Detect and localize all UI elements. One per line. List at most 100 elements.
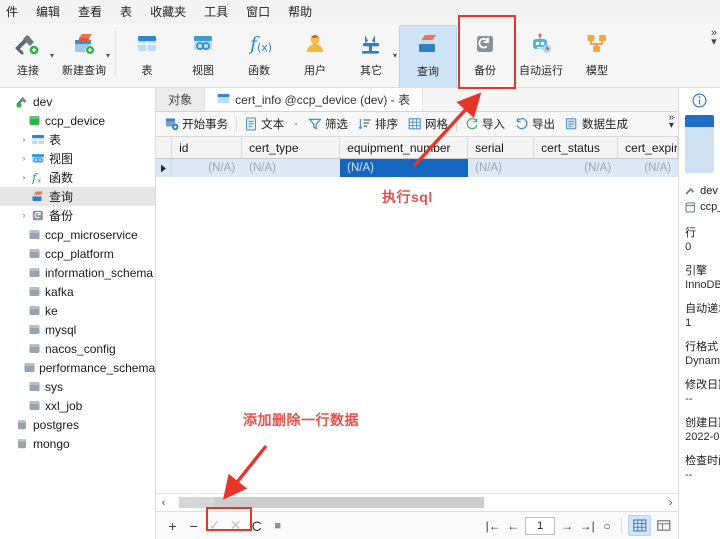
record-page-input[interactable]: 1 xyxy=(525,516,556,535)
cell-cert-type[interactable]: (N/A) xyxy=(242,159,340,177)
database-icon xyxy=(26,285,42,298)
toolbar-new-query[interactable]: 新建查询 ▾ xyxy=(56,25,112,87)
cell-cert-expir[interactable]: (N/A) xyxy=(618,159,678,177)
scroll-track[interactable] xyxy=(171,497,664,508)
first-record-button[interactable]: |← xyxy=(483,516,503,536)
add-row-button[interactable]: + xyxy=(162,515,183,536)
toolbar-model[interactable]: 模型 xyxy=(569,25,625,87)
begin-transaction-button[interactable]: 开始事务 xyxy=(160,114,233,134)
cell-serial[interactable]: (N/A) xyxy=(468,159,534,177)
table-row[interactable]: (N/A) (N/A) (N/A) (N/A) (N/A) (N/A) xyxy=(156,159,679,177)
grid-header-equipment-number[interactable]: equipment_number xyxy=(340,137,469,158)
sort-button[interactable]: 排序 xyxy=(353,114,403,134)
sidebar-item-xxl-job[interactable]: xxl_job xyxy=(0,396,155,415)
sidebar-tree-panel[interactable]: dev ccp_device › 表 › 视图 › f x 函数 查询 › 备份… xyxy=(0,88,157,539)
form-view-toggle[interactable] xyxy=(653,516,674,535)
sidebar-item-postgres[interactable]: postgres xyxy=(0,415,155,434)
scroll-thumb-highlight xyxy=(179,497,215,508)
sidebar-item-information-schema[interactable]: information_schema xyxy=(0,263,155,282)
grid-view-toggle[interactable] xyxy=(628,515,652,536)
chevron-down-icon-other[interactable]: ▾ xyxy=(393,51,397,60)
toolbar-user[interactable]: 用户 xyxy=(287,25,343,87)
menu-tools[interactable]: 工具 xyxy=(195,1,237,22)
chevron-down-icon[interactable]: ▾ xyxy=(50,51,54,60)
toolbar-table[interactable]: 表 xyxy=(119,25,175,87)
sidebar-item-sys[interactable]: sys xyxy=(0,377,155,396)
menu-edit[interactable]: 编辑 xyxy=(27,1,69,22)
menu-view[interactable]: 查看 xyxy=(69,1,111,22)
toolbar-view[interactable]: 视图 xyxy=(175,25,231,87)
menu-table[interactable]: 表 xyxy=(111,1,141,22)
cell-id[interactable]: (N/A) xyxy=(172,159,242,177)
chevron-right-icon[interactable]: › xyxy=(18,211,30,220)
toolbar-other[interactable]: 其它 ▾ xyxy=(343,25,399,87)
cell-cert-status[interactable]: (N/A) xyxy=(534,159,618,177)
stop-loading-button[interactable]: ○ xyxy=(597,516,617,536)
sidebar-item-ccp-platform[interactable]: ccp_platform xyxy=(0,244,155,263)
cancel-edit-button[interactable]: ✕ xyxy=(225,515,246,536)
menu-window[interactable]: 窗口 xyxy=(237,1,279,22)
sidebar-item-backups[interactable]: › 备份 xyxy=(0,206,155,225)
grid-view-button[interactable]: 网格 xyxy=(403,114,453,134)
grid-toolbar-overflow-button[interactable]: » ▾ xyxy=(669,113,675,131)
chevron-right-icon[interactable]: › xyxy=(18,154,30,163)
chevron-down-icon-newquery[interactable]: ▾ xyxy=(106,51,110,60)
delete-row-button[interactable]: − xyxy=(183,515,204,536)
toolbar-user-label: 用户 xyxy=(304,65,326,77)
sidebar-item-ccp-device[interactable]: ccp_device xyxy=(0,111,155,130)
sidebar-item-mysql[interactable]: mysql xyxy=(0,320,155,339)
grid-header-cert-status[interactable]: cert_status xyxy=(534,137,619,158)
grid-header-cert-type[interactable]: cert_type xyxy=(242,137,341,158)
prev-record-button[interactable]: ← xyxy=(503,516,523,536)
sidebar-item-functions[interactable]: › fx 函数 xyxy=(0,168,155,187)
filter-button[interactable]: 筛选 xyxy=(303,114,353,134)
scroll-left-button[interactable]: ‹ xyxy=(156,497,171,509)
chevron-right-icon[interactable]: › xyxy=(18,135,30,144)
grid-header-cert-expir[interactable]: cert_expir xyxy=(618,137,679,158)
cell-equipment-number[interactable]: (N/A) xyxy=(340,159,469,177)
toolbar-function[interactable]: f (x) 函数 xyxy=(231,25,287,87)
table-thumbnail xyxy=(685,115,714,173)
stop-button[interactable]: ■ xyxy=(267,515,288,536)
sidebar-item-mongo[interactable]: mongo xyxy=(0,434,155,453)
scroll-right-button[interactable]: › xyxy=(663,497,678,509)
last-record-button[interactable]: →| xyxy=(577,516,597,536)
text-button[interactable]: 文本 xyxy=(240,114,289,134)
text-dropdown[interactable]: · xyxy=(289,114,303,134)
toolbar-query[interactable]: 查询 xyxy=(399,25,457,89)
confirm-edit-button[interactable]: ✓ xyxy=(204,515,225,536)
toolbar-overflow-button[interactable]: » ▾ xyxy=(711,28,717,48)
grid-header-serial[interactable]: serial xyxy=(468,137,535,158)
toolbar-automation[interactable]: 自动运行 xyxy=(513,25,569,87)
data-generate-button[interactable]: 数据生成 xyxy=(560,114,633,134)
toolbar-backup[interactable]: 备份 xyxy=(457,25,513,87)
toolbar-view-label: 视图 xyxy=(192,65,214,77)
refresh-button[interactable]: C xyxy=(246,515,267,536)
chevron-right-icon[interactable]: › xyxy=(18,173,30,182)
toolbar-connection[interactable]: 连接 ▾ xyxy=(0,25,56,87)
sidebar-item-nacos-config[interactable]: nacos_config xyxy=(0,339,155,358)
sidebar-label-ccp-microservice: ccp_microservice xyxy=(45,227,138,242)
sidebar-item-dev[interactable]: dev xyxy=(0,92,155,111)
info-icon[interactable] xyxy=(679,88,720,112)
grid-header-id[interactable]: id xyxy=(172,137,243,158)
horizontal-scrollbar[interactable]: ‹ › xyxy=(156,493,679,511)
sidebar-item-ke[interactable]: ke xyxy=(0,301,155,320)
next-record-button[interactable]: → xyxy=(557,516,577,536)
sidebar-item-kafka[interactable]: kafka xyxy=(0,282,155,301)
tab-cert-info[interactable]: cert_info @ccp_device (dev) - 表 xyxy=(205,88,424,111)
sidebar-item-queries[interactable]: 查询 xyxy=(0,187,156,206)
grid-empty-area[interactable] xyxy=(156,177,679,493)
import-button[interactable]: 导入 xyxy=(460,114,510,134)
tab-objects[interactable]: 对象 xyxy=(156,88,206,111)
sidebar-item-performance-schema[interactable]: performance_schema xyxy=(0,358,155,377)
export-label: 导出 xyxy=(531,119,555,131)
menu-file[interactable]: 件 xyxy=(4,1,27,22)
sidebar-item-ccp-microservice[interactable]: ccp_microservice xyxy=(0,225,155,244)
sidebar-item-views[interactable]: › 视图 xyxy=(0,149,155,168)
scroll-thumb[interactable] xyxy=(179,497,485,508)
export-button[interactable]: 导出 xyxy=(510,114,560,134)
menu-favorites[interactable]: 收藏夹 xyxy=(141,1,195,22)
sidebar-item-tables[interactable]: › 表 xyxy=(0,130,155,149)
menu-help[interactable]: 帮助 xyxy=(279,1,321,22)
